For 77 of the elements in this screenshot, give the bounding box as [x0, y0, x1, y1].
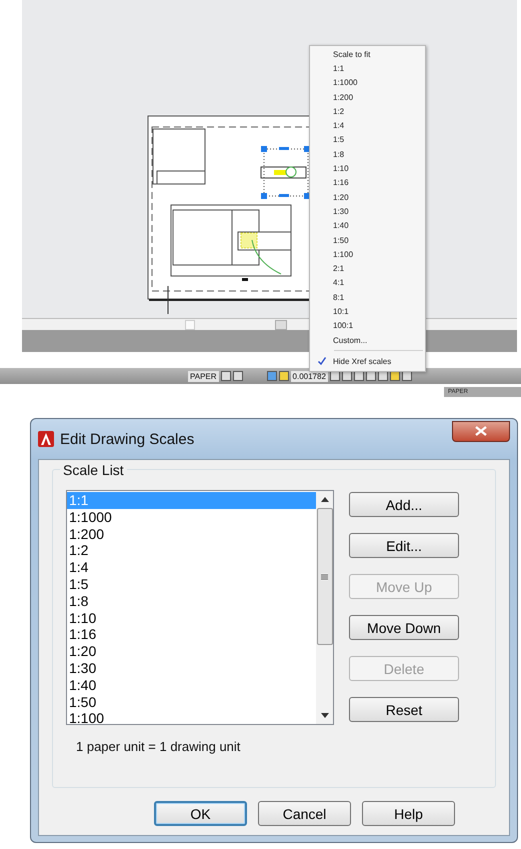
menu-item[interactable]: 1:40: [310, 218, 425, 233]
close-icon: [475, 426, 487, 436]
menu-item[interactable]: 1:10: [310, 161, 425, 176]
menu-item-label: 1:8: [333, 150, 344, 159]
menu-item-label: Custom...: [333, 336, 368, 345]
menu-item[interactable]: 100:1: [310, 318, 425, 333]
menu-item[interactable]: Hide Xref scales: [310, 354, 425, 369]
menu-item-label: 1:10: [333, 164, 349, 174]
menu-item-label: 1:1: [333, 64, 344, 73]
menu-item[interactable]: 1:20: [310, 190, 425, 204]
menu-item-label: 10:1: [333, 306, 349, 316]
dialog-button[interactable]: Add...: [349, 492, 459, 517]
scale-list-item[interactable]: 1:8: [67, 592, 316, 610]
scroll-down-icon[interactable]: [320, 713, 328, 718]
menu-item[interactable]: 1:8: [310, 147, 425, 162]
scale-list-item[interactable]: 1:1000: [67, 508, 316, 526]
menu-item-label: 1:30: [333, 206, 349, 216]
dialog-button[interactable]: Help: [362, 801, 455, 826]
unit-ratio-text: 1 paper unit = 1 drawing unit: [76, 739, 242, 754]
menu-item-label: 1:2: [333, 106, 344, 116]
scale-list-item[interactable]: 1:100: [67, 710, 316, 728]
dialog-button[interactable]: Move Down: [349, 615, 459, 640]
menu-item[interactable]: 1:100: [310, 247, 425, 262]
menu-item[interactable]: 1:4: [310, 118, 425, 133]
dialog-button[interactable]: OK: [154, 801, 247, 826]
menu-item-label: 2:1: [333, 264, 344, 274]
vertical-scrollbar[interactable]: [316, 491, 333, 724]
group-title: Scale List: [60, 462, 127, 478]
menu-item-label: 1:16: [333, 178, 349, 188]
scale-list-item[interactable]: 1:16: [67, 626, 316, 644]
menu-item-label: 4:1: [333, 278, 344, 288]
menu-item[interactable]: Custom...: [310, 332, 425, 348]
scale-dropdown[interactable]: 0.001782: [290, 370, 328, 382]
app-logo-icon: [38, 431, 54, 447]
scale-list-item[interactable]: 1:4: [67, 559, 316, 576]
menu-item-label: 1:50: [333, 236, 349, 244]
menu-item[interactable]: 1:50: [310, 232, 425, 248]
menu-item[interactable]: 10:1: [310, 304, 425, 319]
scroll-thumb[interactable]: [275, 320, 287, 330]
close-button[interactable]: [452, 420, 510, 442]
dialog-button[interactable]: Edit...: [349, 533, 459, 558]
paper-label[interactable]: PAPER: [188, 370, 219, 382]
menu-item-label: 1:100: [333, 250, 354, 259]
menu-item-label: 1:1000: [333, 78, 358, 88]
menu-item[interactable]: 1:5: [310, 132, 425, 148]
menu-item-label: 1:5: [333, 135, 344, 144]
menu-item[interactable]: Scale to fit: [310, 47, 425, 62]
menu-item-label: Scale to fit: [333, 50, 370, 59]
menu-item[interactable]: 1:200: [310, 90, 425, 104]
menu-item-label: 8:1: [333, 292, 344, 302]
menu-item-label: Hide Xref scales: [333, 356, 392, 366]
menu-item-label: 1:4: [333, 121, 344, 130]
scale-list-item[interactable]: 1:200: [67, 526, 316, 542]
scroll-up-icon[interactable]: [320, 497, 328, 502]
menu-item-label: 1:40: [333, 221, 349, 230]
scroll-thumb[interactable]: [316, 508, 332, 645]
menu-item[interactable]: 1:16: [310, 176, 425, 190]
scale-list-item[interactable]: 1:10: [67, 610, 316, 626]
scale-list-item[interactable]: 1:20: [67, 643, 316, 660]
dialog-button[interactable]: Reset: [349, 697, 459, 722]
menu-item[interactable]: 4:1: [310, 276, 425, 290]
dialog-title: Edit Drawing Scales: [60, 430, 196, 448]
menu-item[interactable]: 8:1: [310, 290, 425, 304]
menu-item[interactable]: 1:2: [310, 104, 425, 118]
scale-list-item[interactable]: 1:30: [67, 660, 316, 677]
scale-list-item[interactable]: 1:50: [67, 694, 316, 710]
menu-item-label: 1:20: [333, 192, 349, 202]
scale-list-item[interactable]: 1:2: [67, 542, 316, 560]
scale-list-item[interactable]: 1:40: [67, 676, 316, 694]
menu-item-label: 100:1: [333, 321, 354, 330]
menu-item[interactable]: 1:1000: [310, 76, 425, 90]
menu-item[interactable]: 2:1: [310, 261, 425, 276]
menu-item-label: 1:200: [333, 92, 354, 102]
scale-list-item[interactable]: 1:5: [67, 576, 316, 593]
menu-item[interactable]: 1:1: [310, 61, 425, 76]
menu-item[interactable]: 1:30: [310, 204, 425, 219]
dialog-button[interactable]: Cancel: [258, 801, 351, 826]
